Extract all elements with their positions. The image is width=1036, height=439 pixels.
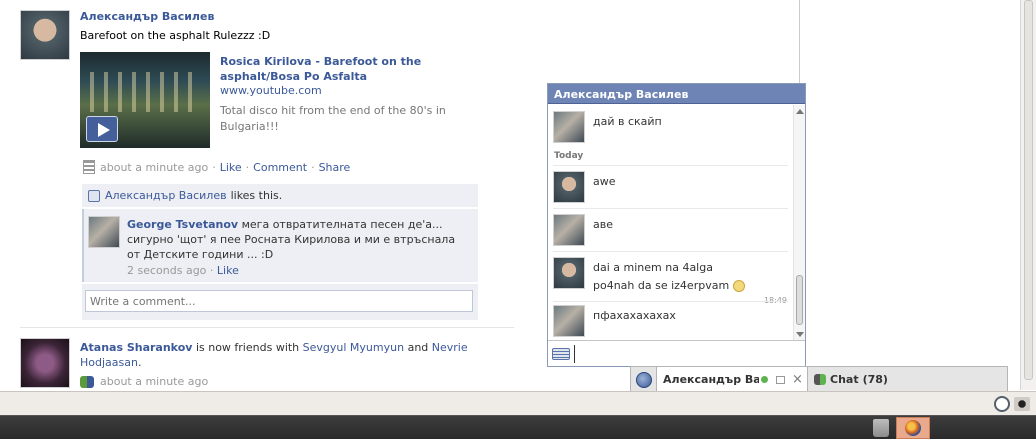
comment-link[interactable]: Comment [253,161,307,174]
chat-window-title[interactable]: Александър Василев [548,84,805,104]
separator: · [311,160,315,174]
story-author-link[interactable]: Atanas Sharankov [80,341,192,354]
taskbar [0,415,1036,439]
smiley-icon [732,280,745,292]
story-meta: about a minute ago · Like · Comment · Sh… [83,160,350,174]
comment-time: 2 seconds ago [127,264,207,277]
message-separator [553,165,788,166]
chat-bar: Александър Ва × Chat (78) [630,366,1008,392]
friend-link[interactable]: Sevgyul Myumyun [303,341,404,354]
scroll-up-arrow-icon[interactable] [796,109,804,114]
message-text: po4nah da se iz4erpvam [593,277,745,295]
chat-input-row [548,340,805,366]
write-comment-input[interactable] [85,290,473,312]
comment-like-link[interactable]: Like [217,264,239,277]
comment-meta: 2 seconds ago · Like [127,264,239,277]
video-frame [90,72,200,112]
share-link[interactable]: Share [319,161,351,174]
write-comment-box [82,284,478,320]
chat-window: Александър Василев дай в скайп Today awe… [547,83,806,367]
message-separator [553,251,788,252]
commenter-name-link[interactable]: George Tsvetanov [127,218,238,231]
author-avatar[interactable] [20,10,70,60]
sender-avatar [553,214,585,246]
close-icon[interactable]: × [792,373,803,386]
message-separator [553,208,788,209]
chat-online-count: (78) [862,373,888,386]
story-conjunction: and [407,341,429,354]
chat-label: Chat [830,373,859,386]
separator: · [209,264,217,277]
chat-message: awe [553,171,788,205]
message-text: dai a minem na 4alga [593,261,713,274]
chat-scroll-thumb[interactable] [796,275,803,325]
like-link[interactable]: Like [220,161,242,174]
chat-tab-name: Александър Ва [663,373,759,386]
friends-icon [80,375,94,388]
sender-avatar [553,111,585,143]
message-text: awe [593,175,616,188]
play-icon[interactable] [86,116,118,142]
chat-scrollbar[interactable] [793,105,805,341]
clock-icon[interactable] [994,396,1010,412]
chat-message: аве [553,214,788,248]
message-text-line: po4nah da se iz4erpvam [593,279,730,292]
minimize-icon[interactable] [776,375,785,384]
separator: · [212,160,216,174]
liker-name-link[interactable]: Александър Василев [105,189,227,202]
online-friends-icon [814,374,826,385]
likes-box: Александър Василев likes this. [82,184,478,207]
friendship-story: Atanas Sharankov is now friends with Sev… [80,340,500,370]
film-icon [83,160,95,174]
chat-messages: дай в скайп Today awe аве dai a minem na… [548,105,793,341]
scroll-down-arrow-icon[interactable] [796,332,804,337]
trash-icon[interactable] [873,419,889,437]
sender-avatar [553,171,585,203]
thumbs-up-icon [88,189,100,202]
story-divider [20,327,514,328]
story-author-link[interactable]: Александър Василев [80,10,214,23]
sender-avatar [553,257,585,289]
story-time: about a minute ago [100,375,209,388]
firefox-taskbar-button[interactable] [896,417,930,439]
separator: · [245,160,250,174]
story-text: Barefoot on the asphalt Rulezzz :D [80,29,271,42]
period: . [137,356,142,369]
comment-body: George Tsvetanov мега отвратителната пес… [127,217,467,262]
author-avatar[interactable] [20,338,70,388]
notifications-button[interactable] [631,367,657,392]
sender-avatar [553,305,585,337]
shared-link-url[interactable]: www.youtube.com [220,84,322,97]
chat-toggle-button[interactable]: Chat (78) [808,367,1008,392]
chat-message-input[interactable] [574,344,794,363]
comment: George Tsvetanov мега отвратителната пес… [82,209,478,282]
shared-link-title[interactable]: Rosica Kirilova - Barefoot on the asphal… [220,54,470,84]
likes-suffix: likes this. [230,189,283,202]
shared-link-description: Total disco hit from the end of the 80's… [220,104,446,133]
story-time: about a minute ago [100,160,209,174]
story-meta: about a minute ago [80,375,208,388]
message-text: дай в скайп [593,115,662,128]
addon-icon[interactable] [1014,397,1030,411]
chat-message: дай в скайп [553,111,788,145]
online-status-icon [761,376,768,383]
firefox-icon [905,420,921,436]
message-separator [553,301,788,302]
story-verb: is now friends with [195,341,300,354]
chat-message: пфахахахахах [553,305,788,339]
emoticons-icon[interactable] [552,347,570,360]
chat-tab[interactable]: Александър Ва × [657,367,808,392]
page-scrollbar[interactable] [1020,0,1036,390]
message-text: аве [593,218,613,231]
scrollbar-thumb[interactable] [1024,0,1033,380]
date-divider: Today [554,151,584,161]
globe-icon [635,371,652,388]
message-text: пфахахахахах [593,309,676,322]
chat-message: dai a minem na 4alga po4nah da se iz4erp… [553,257,788,297]
commenter-avatar[interactable] [88,216,120,248]
video-thumbnail[interactable] [80,52,210,148]
browser-status-bar [0,391,1036,415]
